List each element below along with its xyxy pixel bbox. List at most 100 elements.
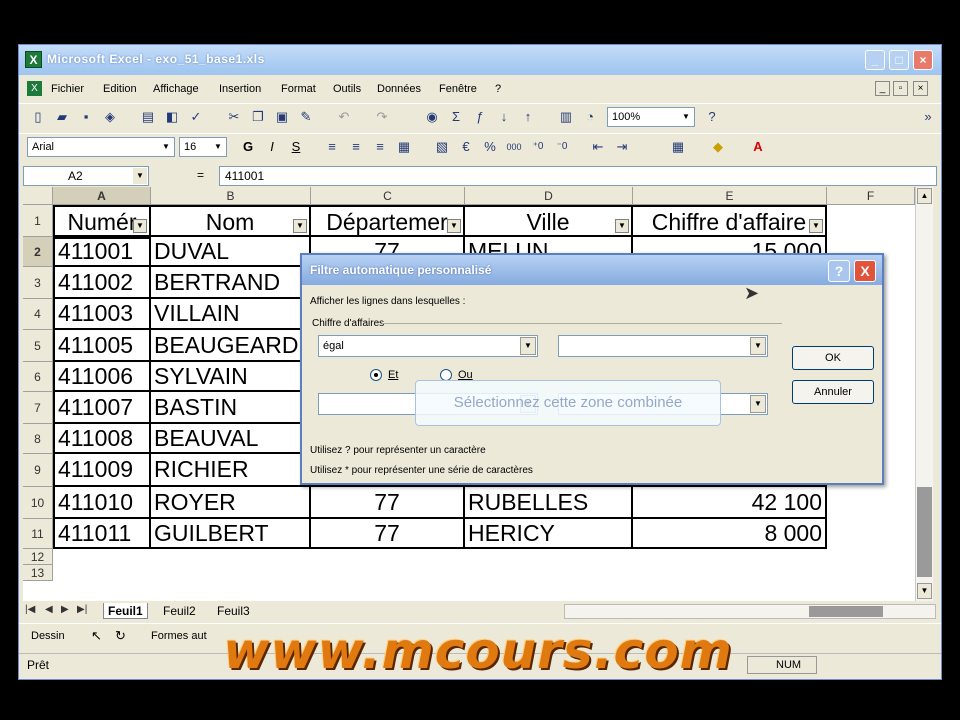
table-cell[interactable]: 411007 (53, 392, 151, 424)
menu-donnees[interactable]: Données (377, 83, 421, 95)
menu-edition[interactable]: Edition (103, 83, 137, 95)
next-sheet-icon[interactable]: ▶ (61, 604, 69, 615)
menu-insertion[interactable]: Insertion (219, 83, 261, 95)
sheet-tab-feuil3[interactable]: Feuil3 (213, 603, 254, 619)
menu-affichage[interactable]: Affichage (153, 83, 199, 95)
doc-restore-icon[interactable]: ▫ (893, 81, 908, 96)
scroll-up-icon[interactable]: ▲ (917, 188, 932, 204)
autofilter-dropdown-icon[interactable]: ▼ (293, 219, 307, 233)
function-icon[interactable]: ƒ (471, 108, 489, 126)
redo-icon[interactable]: ↷ (373, 108, 391, 126)
column-header-col-e[interactable]: E (633, 187, 827, 205)
autofilter-dropdown-icon[interactable]: ▼ (615, 219, 629, 233)
new-icon[interactable]: ▯ (29, 108, 47, 126)
table-cell[interactable]: BEAUGEARD (151, 330, 311, 362)
row-header-1[interactable]: 1 (23, 205, 53, 237)
hyperlink-icon[interactable]: ◉ (423, 108, 441, 126)
table-cell[interactable]: 411008 (53, 424, 151, 454)
select-pointer-icon[interactable]: ↖ (91, 628, 102, 644)
table-cell[interactable]: 77 (311, 519, 465, 549)
close-icon[interactable]: × (913, 50, 933, 70)
print-icon[interactable]: ▤ (139, 108, 157, 126)
italic-icon[interactable]: I (263, 138, 281, 156)
table-cell[interactable]: 411005 (53, 330, 151, 362)
name-box[interactable]: A2 ▼ (23, 166, 149, 186)
row-header-8[interactable]: 8 (23, 424, 53, 454)
vertical-scroll-thumb[interactable] (917, 487, 932, 577)
horizontal-scroll-thumb[interactable] (809, 606, 883, 617)
bold-icon[interactable]: G (239, 138, 257, 156)
row-header-6[interactable]: 6 (23, 362, 53, 392)
menu-format[interactable]: Format (281, 83, 316, 95)
preview-icon[interactable]: ◧ (163, 108, 181, 126)
table-cell[interactable]: BERTRAND (151, 267, 311, 299)
undo-icon[interactable]: ↶ (335, 108, 353, 126)
table-cell[interactable]: 42 100 (633, 487, 827, 519)
table-header-cell[interactable]: Numér ▼ (53, 205, 151, 237)
table-cell[interactable]: HERICY (465, 519, 633, 549)
permission-icon[interactable]: ◈ (101, 108, 119, 126)
autosum-icon[interactable]: Σ (447, 108, 465, 126)
table-cell[interactable]: 8 000 (633, 519, 827, 549)
vertical-scrollbar[interactable]: ▲ ▼ (915, 187, 933, 601)
operator1-combo[interactable]: égal ▼ (318, 335, 538, 357)
help-icon[interactable]: ? (828, 260, 850, 282)
maximize-icon[interactable]: □ (889, 50, 909, 70)
doc-close-icon[interactable]: × (913, 81, 928, 96)
table-cell[interactable]: RUBELLES (465, 487, 633, 519)
align-center-icon[interactable]: ≡ (347, 138, 365, 156)
spelling-icon[interactable]: ✓ (187, 108, 205, 126)
cancel-button[interactable]: Annuler (792, 380, 874, 404)
column-header-col-b[interactable]: B (151, 187, 311, 205)
table-header-cell[interactable]: Chiffre d'affaire ▼ (633, 205, 827, 237)
underline-icon[interactable]: S (287, 138, 305, 156)
table-cell[interactable]: RICHIER (151, 454, 311, 487)
sort-descending-icon[interactable]: ↑ (519, 108, 537, 126)
workbook-icon[interactable]: X (27, 81, 42, 96)
copy-icon[interactable]: ❐ (249, 108, 267, 126)
zoom-combo[interactable]: 100% ▼ (607, 107, 695, 127)
and-radio[interactable] (370, 369, 382, 381)
table-cell[interactable]: 77 (311, 487, 465, 519)
menu-help[interactable]: ? (495, 83, 501, 95)
euro-icon[interactable]: € (457, 138, 475, 156)
table-cell[interactable]: 411010 (53, 487, 151, 519)
table-cell[interactable]: VILLAIN (151, 299, 311, 330)
value1-combo[interactable]: ▼ (558, 335, 768, 357)
column-header-col-a[interactable]: A (53, 187, 151, 205)
percent-icon[interactable]: % (481, 138, 499, 156)
table-header-cell[interactable]: Ville ▼ (465, 205, 633, 237)
menu-fenetre[interactable]: Fenêtre (439, 83, 477, 95)
dessin-menu[interactable]: Dessin (31, 630, 65, 642)
decrease-decimal-icon[interactable]: ⁻0 (553, 138, 571, 156)
ok-button[interactable]: OK (792, 346, 874, 370)
doc-minimize-icon[interactable]: _ (875, 81, 890, 96)
row-header-7[interactable]: 7 (23, 392, 53, 424)
autofilter-dropdown-icon[interactable]: ▼ (447, 219, 461, 233)
menu-fichier[interactable]: Fichier (51, 83, 84, 95)
first-sheet-icon[interactable]: |◀ (25, 604, 35, 615)
align-left-icon[interactable]: ≡ (323, 138, 341, 156)
autofilter-dropdown-icon[interactable]: ▼ (809, 219, 823, 233)
row-header-2[interactable]: 2 (23, 237, 53, 267)
format-painter-icon[interactable]: ✎ (297, 108, 315, 126)
cut-icon[interactable]: ✂ (225, 108, 243, 126)
font-color-icon[interactable]: A (749, 138, 767, 156)
table-cell[interactable]: GUILBERT (151, 519, 311, 549)
save-icon[interactable]: ▪ (77, 108, 95, 126)
table-cell[interactable]: 411003 (53, 299, 151, 330)
increase-indent-icon[interactable]: ⇥ (613, 138, 631, 156)
scroll-down-icon[interactable]: ▼ (917, 583, 932, 599)
font-size-combo[interactable]: 16 ▼ (179, 137, 227, 157)
prev-sheet-icon[interactable]: ◀ (45, 604, 53, 615)
close-icon[interactable]: X (854, 260, 876, 282)
sheet-tab-feuil1[interactable]: Feuil1 (103, 603, 148, 619)
decrease-indent-icon[interactable]: ⇤ (589, 138, 607, 156)
borders-icon[interactable]: ▦ (669, 138, 687, 156)
row-header-9[interactable]: 9 (23, 454, 53, 487)
help-icon[interactable]: ? (703, 108, 721, 126)
paste-icon[interactable]: ▣ (273, 108, 291, 126)
row-header-12[interactable]: 12 (23, 549, 53, 565)
thousands-icon[interactable]: 000 (505, 138, 523, 156)
row-header-11[interactable]: 11 (23, 519, 53, 549)
